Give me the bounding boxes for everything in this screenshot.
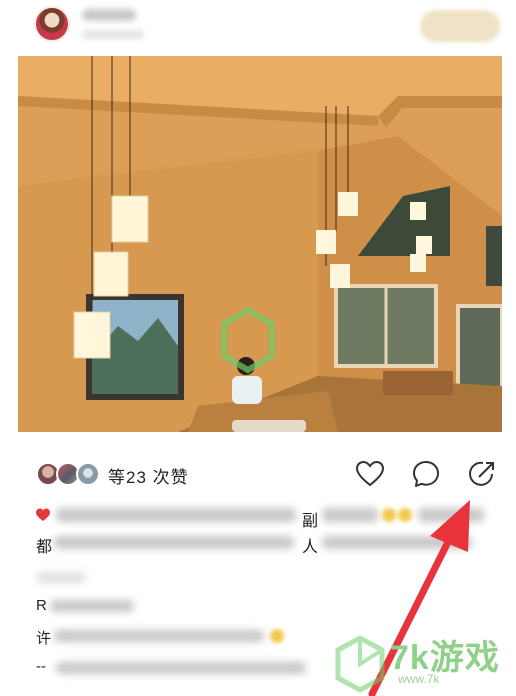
timestamp-blurred — [36, 572, 86, 583]
user-meta-blurred — [82, 30, 144, 39]
caption-line-blurred — [418, 508, 484, 522]
comment-user[interactable]: R — [36, 597, 47, 614]
comment-icon — [413, 461, 439, 487]
emoji-blurred — [382, 508, 396, 522]
caption-char: 人 — [302, 539, 319, 556]
emoji-blurred — [270, 629, 284, 643]
caption-line-blurred — [322, 508, 378, 522]
like-button[interactable] — [354, 458, 386, 490]
username-blurred[interactable] — [82, 9, 136, 21]
share-button[interactable] — [466, 458, 498, 490]
comment-text-blurred — [56, 662, 306, 674]
room-illustration — [18, 56, 502, 432]
caption-line-blurred — [54, 536, 294, 549]
share-arrow-icon — [469, 461, 494, 486]
heart-icon — [355, 460, 385, 487]
caption-char: 都 — [36, 539, 53, 556]
caption-char: 副 — [302, 513, 319, 530]
caption-line-blurred — [322, 536, 472, 549]
post-header — [0, 0, 516, 56]
red-heart-icon — [36, 508, 50, 521]
comment-text-blurred — [54, 630, 264, 642]
emoji-blurred — [398, 508, 412, 522]
like-count[interactable]: 等23 次赞 — [108, 463, 189, 488]
caption-line-blurred — [56, 508, 296, 522]
comment-text-blurred — [50, 600, 134, 612]
post-photo[interactable] — [18, 56, 502, 432]
comment-user[interactable]: 许 — [36, 627, 51, 648]
avatar[interactable] — [34, 6, 70, 42]
avatar[interactable] — [76, 462, 100, 486]
watermark-url: www.7k — [398, 672, 440, 686]
follow-button[interactable] — [420, 10, 500, 42]
comment-button[interactable] — [410, 458, 442, 490]
comment-user[interactable]: -- — [36, 658, 46, 675]
